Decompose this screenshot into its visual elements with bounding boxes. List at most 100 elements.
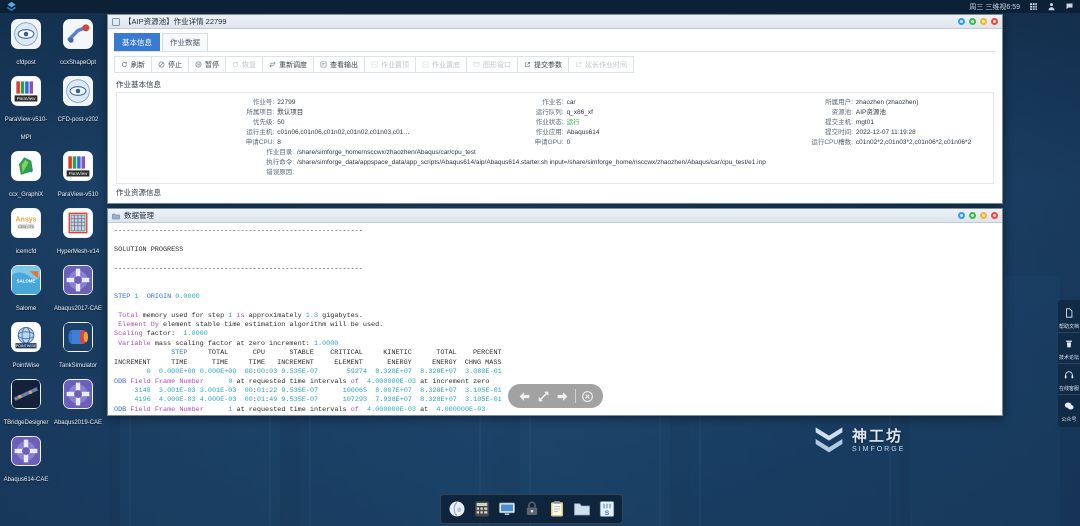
job-detail-window: 【AIP资源池】作业详情 22799 基本信息 作业数据 刷新 停止 暂停 恢复… (107, 14, 1003, 204)
window-help-button[interactable] (958, 18, 965, 25)
desktop-icon-icemcfd[interactable]: Ansys ICEM CFD icemcfd (0, 205, 52, 262)
ccxshapeopt-icon (63, 19, 93, 49)
field-label: 所属项目: (246, 109, 275, 116)
desktop-icon-label: Abaqus2019-CAE (53, 420, 103, 426)
desktop-icon-label: TBridgeDesigner (3, 420, 49, 426)
job-toolbar: 刷新 停止 暂停 恢复 重新调度 查看输出 作业置顶 作业置底 图形窗口 提交参… (108, 52, 1002, 76)
view-output-button[interactable]: 查看输出 (313, 56, 365, 73)
simforge-logo-icon[interactable] (6, 1, 17, 12)
dock-item-tech-forum[interactable]: 技术论坛 (1058, 333, 1080, 364)
desktop-icon-salome[interactable]: SALOME Salome (0, 262, 52, 319)
desktop-icon-tbridgedesigner[interactable]: TBridgeDesigner (0, 376, 52, 433)
graphics-window-button[interactable]: 图形窗口 (466, 56, 518, 73)
window-minimize-button[interactable] (969, 212, 976, 219)
taskbar-browser[interactable] (446, 499, 467, 520)
field-value: 22799 (277, 99, 296, 106)
info-row: 提交时间: 2022-12-07 11:19:28 (700, 128, 989, 138)
desktop-icon-hypermesh-v14[interactable]: HyperMesh-v14 (52, 205, 104, 262)
svg-text:SALOME: SALOME (17, 279, 36, 284)
taskbar-folder[interactable] (571, 499, 592, 520)
tab-job-data[interactable]: 作业数据 (162, 33, 208, 51)
hypermesh-icon (63, 208, 93, 238)
resume-button[interactable]: 恢复 (225, 56, 263, 73)
window-close-button[interactable] (991, 18, 998, 25)
field-value: zhaozhen (zhaozhen) (855, 99, 919, 106)
field-value: 50 (277, 119, 285, 126)
window-help-button[interactable] (958, 212, 965, 219)
window-maximize-button[interactable] (980, 212, 987, 219)
resource-info-section-title: 作业资源信息 (116, 188, 161, 197)
stop-icon (158, 61, 165, 68)
btn-label: 刷新 (131, 61, 145, 69)
info-row: 作业号: 22799 (121, 98, 410, 108)
pause-button[interactable]: 暂停 (188, 56, 226, 73)
refresh-button[interactable]: 刷新 (114, 56, 152, 73)
brand-watermark: 神工坊 SIMFORGE (812, 424, 905, 454)
pin-top-button[interactable]: 作业置顶 (364, 56, 416, 73)
desktop-icon-paraview-v510[interactable]: ParaView ParaView-v510 (52, 148, 104, 205)
close-icon[interactable] (581, 390, 594, 403)
desktop-icon-abaqus2019-cae[interactable]: Abaqus2019-CAE (52, 376, 104, 433)
forward-arrow-icon[interactable] (555, 390, 570, 403)
desktop-icon-cfd-post-v202[interactable]: CFD-post-v202 (52, 73, 104, 148)
taskbar-lock[interactable] (521, 499, 542, 520)
desktop-icon-ccxshapeopt[interactable]: ccxShapeOpt (52, 16, 104, 73)
extend-time-button[interactable]: 延长作业时间 (568, 56, 634, 73)
terminal-window-titlebar[interactable]: 数据管理 (108, 209, 1002, 223)
field-label: 作业名: (542, 99, 564, 106)
taskbar-monitor[interactable] (496, 499, 517, 520)
btn-label: 作业置顶 (381, 61, 409, 69)
desktop-icon-ccx-graphix[interactable]: ccx_GraphiX (0, 148, 52, 205)
desktop-icon-label: ParaView-v510-MPI (4, 117, 48, 141)
pin-bottom-button[interactable]: 作业置底 (415, 56, 467, 73)
ansys-icemcfd-icon: Ansys ICEM CFD (11, 208, 41, 238)
desktop-icon-cfdpost[interactable]: cfdpost (0, 16, 52, 73)
chat-icon[interactable] (1065, 2, 1074, 11)
job-window-titlebar[interactable]: 【AIP资源池】作业详情 22799 (108, 15, 1002, 29)
window-minimize-button[interactable] (969, 18, 976, 25)
brand-subtitle: SIMFORGE (852, 446, 906, 453)
desktop-icon-pointwise[interactable]: POINTWISE PointWise (0, 319, 52, 376)
grid-icon[interactable] (1029, 2, 1038, 11)
desktop-icon-tanksimulator[interactable]: TankSimulator (52, 319, 104, 376)
taskbar-calculator[interactable] (471, 499, 492, 520)
stop-button[interactable]: 停止 (151, 56, 189, 73)
desktop-icon-abaqus614-cae[interactable]: Abaqus614-CAE (0, 433, 52, 490)
taskbar: S (440, 494, 623, 524)
desktop-icon-paraview-v510-mpi[interactable]: ParaView ParaView-v510-MPI (0, 73, 52, 148)
job-window-controls (958, 18, 998, 25)
submit-params-button[interactable]: 提交参数 (517, 56, 569, 73)
user-icon[interactable] (1047, 2, 1056, 11)
taskbar-simforge-app[interactable]: S (596, 499, 617, 520)
dock-item-online-service[interactable]: 在线客服 (1058, 364, 1080, 395)
desktop-icon-abaqus2017-cae[interactable]: Abaqus2017-CAE (52, 262, 104, 319)
tab-basic-info[interactable]: 基本信息 (114, 33, 160, 51)
info-row: 作业名: car (410, 98, 699, 108)
field-value: /share/simforge_home/nsccwx/zhaozhen/Aba… (297, 149, 476, 156)
folder-icon (573, 503, 590, 516)
btn-label: 停止 (168, 61, 182, 69)
ccx-graphix-icon (11, 151, 41, 181)
info-column-1: 作业号: 22799 所属项目: 默认项目 优先级: 50 运行主机: c01n06,c… (121, 98, 411, 148)
dock-item-official-account[interactable]: 公众号 (1058, 395, 1080, 425)
info-row: 申请CPU: 8 (121, 138, 410, 148)
field-value: mgt01 (855, 119, 874, 126)
reschedule-button[interactable]: 重新调度 (262, 56, 314, 73)
desktop-icon-label: ccxShapeOpt (59, 60, 97, 66)
abaqus-icon (63, 265, 93, 295)
taskbar-clipboard[interactable] (546, 499, 567, 520)
window-maximize-button[interactable] (980, 18, 987, 25)
pin-top-icon (371, 61, 378, 68)
btn-label: 延长作业时间 (585, 61, 627, 69)
dock-item-help-document[interactable]: 帮助文档 (1058, 302, 1080, 333)
back-arrow-icon[interactable] (517, 390, 532, 403)
window-close-button[interactable] (991, 212, 998, 219)
paraview-icon: ParaView (63, 151, 93, 181)
desktop-icon-label: Abaqus614-CAE (3, 477, 49, 483)
simforge-app-icon: S (599, 501, 614, 517)
system-top-bar: 周三 三维视6:59 (0, 0, 1080, 13)
resize-icon[interactable] (537, 390, 550, 403)
field-value: Abaqus614 (566, 129, 600, 136)
cfdpost-icon (11, 19, 41, 49)
cfdpost-icon (63, 76, 93, 106)
